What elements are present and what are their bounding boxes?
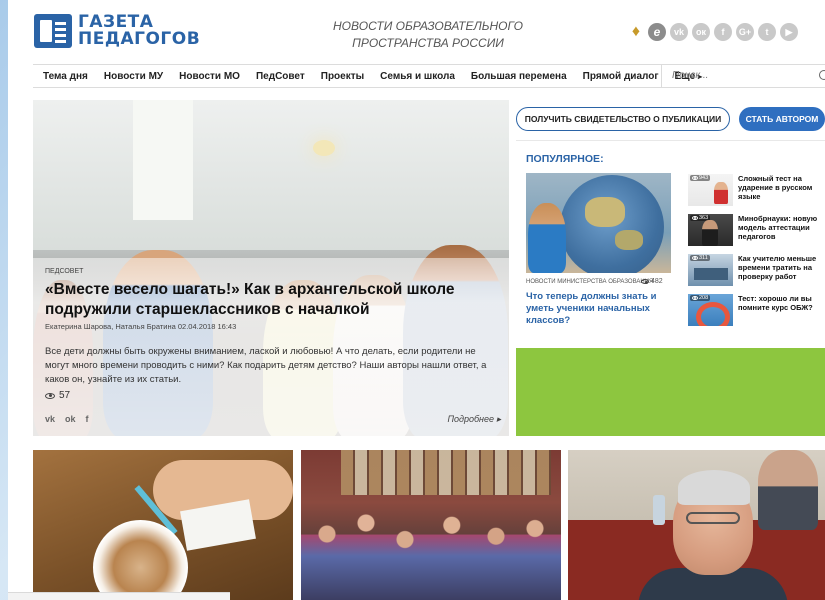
- article-card-portrait[interactable]: [568, 450, 825, 600]
- hero-title[interactable]: «Вместе весело шагать!» Как в архангельс…: [45, 280, 505, 320]
- hero-image-window: [133, 100, 193, 220]
- status-strip: [8, 592, 230, 600]
- popular-main-views-count: 482: [651, 278, 663, 285]
- popular-main-title[interactable]: Что теперь должны знать и уметь ученики …: [526, 291, 671, 327]
- search-icon[interactable]: [819, 70, 825, 80]
- eye-icon: [692, 216, 698, 220]
- popular-item-views-count: 208: [699, 295, 709, 301]
- facebook-share-icon[interactable]: f: [86, 414, 89, 424]
- popular-item-views: 943: [690, 175, 711, 181]
- facebook-icon[interactable]: f: [714, 23, 732, 41]
- vk-icon[interactable]: vk: [670, 23, 688, 41]
- nav-item-proekty[interactable]: Проекты: [321, 71, 364, 82]
- popular-item-thumbnail: 311: [688, 254, 733, 286]
- logo-text: ГАЗЕТА ПЕДАГОГОВ: [78, 14, 200, 48]
- popular-item-thumbnail: 208: [688, 294, 733, 326]
- article-card-group-photo[interactable]: [301, 450, 561, 600]
- edu-icon[interactable]: e: [648, 23, 666, 41]
- popular-item-views: 363: [690, 215, 711, 221]
- hero-image-background: [33, 100, 509, 250]
- eye-icon: [45, 392, 55, 399]
- eye-icon: [692, 256, 698, 260]
- eye-icon: [692, 176, 698, 180]
- hero-article[interactable]: ПЕДСОВЕТ «Вместе весело шагать!» Как в а…: [33, 100, 509, 436]
- article-card-coffee[interactable]: [33, 450, 293, 600]
- hero-views-count: 57: [59, 390, 71, 401]
- nav-item-tema-dnya[interactable]: Тема дня: [43, 71, 88, 82]
- bottle-image: [653, 495, 665, 525]
- hero-views: 57: [45, 390, 70, 401]
- nav-item-novosti-mo[interactable]: Новости МО: [179, 71, 240, 82]
- eye-icon: [641, 279, 649, 284]
- popular-item-thumbnail: 363: [688, 214, 733, 246]
- popular-item-title[interactable]: Тест: хорошо ли вы помните курс ОБЖ?: [738, 294, 824, 312]
- green-banner[interactable]: [516, 348, 825, 436]
- main-nav: Тема дня Новости МУ Новости МО ПедСовет …: [33, 64, 825, 88]
- child-image: [528, 203, 566, 273]
- nav-item-bolshaya-peremena[interactable]: Большая перемена: [471, 71, 567, 82]
- nav-item-semya-i-shkola[interactable]: Семья и школа: [380, 71, 455, 82]
- become-author-button[interactable]: СТАТЬ АВТОРОМ: [739, 107, 825, 131]
- tagline-line-2: ПРОСТРАНСТВА РОССИИ: [352, 36, 504, 50]
- popular-main-image[interactable]: [526, 173, 671, 273]
- popular-main-views: 482: [641, 278, 663, 285]
- popular-item-views: 311: [690, 255, 710, 261]
- tagline-line-1: НОВОСТИ ОБРАЗОВАТЕЛЬНОГО: [333, 19, 523, 33]
- popular-item-views-count: 363: [699, 215, 709, 221]
- popular-item-thumbnail: 943: [688, 174, 733, 206]
- site-header: ГАЗЕТА ПЕДАГОГОВ НОВОСТИ ОБРАЗОВАТЕЛЬНОГ…: [8, 0, 825, 62]
- social-links: ♦ e vk ок f G+ t ▶: [628, 22, 798, 42]
- hair-image: [678, 470, 750, 505]
- site-logo[interactable]: ГАЗЕТА ПЕДАГОГОВ: [34, 14, 200, 48]
- popular-item-views-count: 311: [699, 255, 708, 261]
- popular-block: ПОПУЛЯРНОЕ: НОВОСТИ МИНИСТЕРСТВА ОБРАЗОВ…: [516, 140, 825, 340]
- search-box: [661, 65, 825, 87]
- globe-image: [560, 175, 664, 273]
- twitter-icon[interactable]: t: [758, 23, 776, 41]
- google-plus-icon[interactable]: G+: [736, 23, 754, 41]
- vk-share-icon[interactable]: vk: [45, 414, 55, 424]
- logo-line-2: ПЕДАГОГОВ: [78, 29, 201, 49]
- youtube-icon[interactable]: ▶: [780, 23, 798, 41]
- site-tagline: НОВОСТИ ОБРАЗОВАТЕЛЬНОГО ПРОСТРАНСТВА РО…: [308, 18, 548, 52]
- nav-item-pedsovet[interactable]: ПедСовет: [256, 71, 305, 82]
- popular-item-title[interactable]: Сложный тест на ударение в русском языке: [738, 174, 824, 201]
- background-person-image: [758, 450, 818, 530]
- group-of-people-image: [301, 490, 561, 600]
- hero-excerpt: Все дети должны быть окружены вниманием,…: [45, 346, 487, 385]
- get-certificate-button[interactable]: ПОЛУЧИТЬ СВИДЕТЕЛЬСТВО О ПУБЛИКАЦИИ: [516, 107, 730, 131]
- page: ГАЗЕТА ПЕДАГОГОВ НОВОСТИ ОБРАЗОВАТЕЛЬНОГ…: [8, 0, 825, 600]
- popular-item-title[interactable]: Минобрнауки: новую модель аттестации пед…: [738, 214, 824, 241]
- popular-title: ПОПУЛЯРНОЕ:: [526, 153, 604, 165]
- popular-item[interactable]: 311 Как учителю меньше времени тратить н…: [688, 254, 822, 288]
- torch-icon[interactable]: ♦: [628, 22, 644, 42]
- glasses-image: [686, 512, 740, 524]
- hero-read-more-link[interactable]: Подробнее ▸: [447, 414, 501, 425]
- hero-image-light: [313, 140, 335, 156]
- popular-item[interactable]: 943 Сложный тест на ударение в русском я…: [688, 174, 822, 208]
- popular-main-category[interactable]: НОВОСТИ МИНИСТЕРСТВА ОБРАЗОВАНИЯ: [526, 279, 653, 285]
- popular-item-title[interactable]: Как учителю меньше времени тратить на пр…: [738, 254, 824, 281]
- popular-item[interactable]: 363 Минобрнауки: новую модель аттестации…: [688, 214, 822, 248]
- ok-share-icon[interactable]: ok: [65, 414, 76, 424]
- ok-icon[interactable]: ок: [692, 23, 710, 41]
- popular-item[interactable]: 208 Тест: хорошо ли вы помните курс ОБЖ?: [688, 294, 822, 328]
- popular-item-views: 208: [690, 295, 711, 301]
- wall-frames-image: [341, 450, 551, 495]
- nav-item-pryamoy-dialog[interactable]: Прямой диалог: [583, 71, 659, 82]
- popular-item-views-count: 943: [699, 175, 709, 181]
- search-input[interactable]: [662, 65, 802, 86]
- newspaper-icon: [34, 14, 72, 48]
- nav-item-novosti-mu[interactable]: Новости МУ: [104, 71, 163, 82]
- eye-icon: [692, 296, 698, 300]
- hero-authors-date: Екатерина Шарова, Наталья Братина 02.04.…: [45, 322, 237, 331]
- hero-category[interactable]: ПЕДСОВЕТ: [45, 268, 83, 275]
- hero-share: vk ok f: [45, 414, 89, 424]
